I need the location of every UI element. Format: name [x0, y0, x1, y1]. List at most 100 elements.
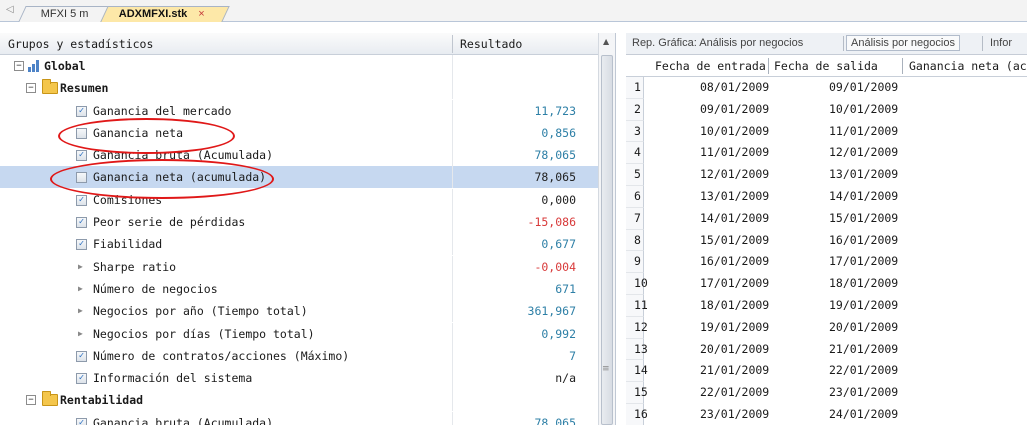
column-divider[interactable] [452, 35, 453, 53]
checkbox-checked[interactable]: ✓ [76, 150, 87, 162]
tree-row-label: Información del sistema [93, 371, 253, 386]
tree-row-label-cell: Ganancia neta (acumulada) [0, 166, 452, 189]
tab-label: MFXI 5 m [40, 8, 89, 20]
tab-label: ADXMFXI.stk [118, 8, 188, 20]
checkbox-unchecked[interactable] [76, 127, 87, 139]
collapse-icon[interactable]: − [26, 83, 36, 94]
table-row[interactable]: 2 09/01/2009 10/01/2009 [626, 98, 1027, 121]
folder-icon [42, 79, 58, 95]
tree-row[interactable]: ▶ Negocios por días (Tiempo total) 0,992 [0, 322, 598, 345]
table-row[interactable]: 5 12/01/2009 13/01/2009 [626, 164, 1027, 186]
tree-row[interactable]: Ganancia neta (acumulada) 78,065 [0, 166, 598, 189]
column-header-groups[interactable]: Grupos y estadísticos [8, 37, 153, 51]
tree-row-value: 0,856 [452, 121, 598, 144]
checkbox-checked[interactable]: ✓ [76, 105, 87, 117]
tab-adxmfxi-stk[interactable]: ADXMFXI.stk × [100, 6, 230, 22]
column-header-exit-date[interactable]: Fecha de salida [774, 55, 878, 77]
tree-row-label: Comisiones [93, 192, 163, 207]
tab-mfxi-5m[interactable]: MFXI 5 m [18, 6, 108, 22]
tree-rows: − Global − Resumen ✓ Ganancia del mercado 11,7… [0, 55, 598, 425]
checkbox-checked[interactable]: ✓ [76, 239, 87, 251]
tree-row-label-cell: ▶ Número de negocios [0, 278, 452, 300]
table-row[interactable]: 11 18/01/2009 19/01/2009 [626, 294, 1027, 317]
table-row[interactable]: 7 14/01/2009 15/01/2009 [626, 207, 1027, 230]
table-row[interactable]: 9 16/01/2009 17/01/2009 [626, 251, 1027, 274]
tab-trade-analysis[interactable]: Análisis por negocios [846, 35, 960, 51]
tree-row[interactable]: Ganancia neta 0,856 [0, 121, 598, 144]
tree-row[interactable]: − Resumen [0, 77, 598, 100]
sub-item-arrow-icon: ▶ [78, 283, 83, 293]
tab-information[interactable]: Infor [990, 37, 1012, 49]
scroll-up-icon[interactable]: ▲ [603, 37, 609, 46]
tree-row[interactable]: ▶ Sharpe ratio -0,004 [0, 255, 598, 278]
row-number: 10 [626, 273, 648, 295]
column-divider[interactable] [902, 58, 903, 74]
table-row[interactable]: 10 17/01/2009 18/01/2009 [626, 273, 1027, 295]
exit-date-cell: 13/01/2009 [829, 167, 899, 182]
collapse-icon[interactable]: − [26, 395, 36, 406]
tab-separator [982, 36, 983, 51]
table-row[interactable]: 3 10/01/2009 11/01/2009 [626, 120, 1027, 143]
tree-row-label: Número de negocios [93, 281, 218, 296]
tree-row[interactable]: ✓ Ganancia bruta (Acumulada) 78,065 [0, 144, 598, 167]
entry-date-cell: 18/01/2009 [700, 297, 770, 312]
tab-scroll-left-icon[interactable]: ◁ [6, 4, 14, 15]
tab-graphic-analysis[interactable]: Rep. Gráfica: Análisis por negocios [632, 37, 803, 49]
table-row[interactable]: 1 08/01/2009 09/01/2009 [626, 77, 1027, 99]
entry-date-cell: 22/01/2009 [700, 385, 770, 400]
tree-row-value: 361,967 [452, 300, 598, 323]
row-number: 13 [626, 338, 648, 361]
checkbox-checked[interactable]: ✓ [76, 217, 87, 229]
collapse-icon[interactable]: − [14, 61, 24, 71]
checkbox-unchecked[interactable] [76, 172, 87, 184]
sub-item-arrow-icon: ▶ [78, 328, 83, 338]
tree-row-label-cell: ✓ Comisiones [0, 189, 452, 211]
entry-date-cell: 13/01/2009 [700, 188, 770, 203]
entry-date-cell: 11/01/2009 [700, 145, 770, 160]
checkbox-checked[interactable]: ✓ [76, 417, 87, 425]
row-number: 9 [626, 251, 644, 274]
close-tab-icon[interactable]: × [198, 8, 204, 20]
tree-row[interactable]: − Rentabilidad [0, 389, 598, 412]
table-row[interactable]: 6 13/01/2009 14/01/2009 [626, 185, 1027, 208]
entry-date-cell: 12/01/2009 [700, 167, 770, 182]
tree-row-label-cell: ✓ Peor serie de pérdidas [0, 211, 452, 233]
column-header-entry-date[interactable]: Fecha de entrada [655, 55, 766, 77]
exit-date-cell: 12/01/2009 [829, 145, 899, 160]
table-row[interactable]: 14 21/01/2009 22/01/2009 [626, 360, 1027, 383]
tree-row[interactable]: ▶ Negocios por año (Tiempo total) 361,967 [0, 300, 598, 323]
tree-row[interactable]: ✓ Número de contratos/acciones (Máximo) 7 [0, 344, 598, 367]
tree-row[interactable]: ✓ Fiabilidad 0,677 [0, 233, 598, 256]
checkbox-checked[interactable]: ✓ [76, 194, 87, 206]
row-number: 14 [626, 360, 648, 383]
table-row[interactable]: 15 22/01/2009 23/01/2009 [626, 382, 1027, 404]
entry-date-cell: 14/01/2009 [700, 210, 770, 225]
exit-date-cell: 22/01/2009 [829, 363, 899, 378]
checkbox-checked[interactable]: ✓ [76, 373, 87, 385]
row-number: 12 [626, 316, 648, 339]
table-row[interactable]: 8 15/01/2009 16/01/2009 [626, 229, 1027, 252]
tree-row[interactable]: ✓ Comisiones 0,000 [0, 188, 598, 211]
table-row[interactable]: 12 19/01/2009 20/01/2009 [626, 316, 1027, 339]
tree-row[interactable]: ✓ Información del sistema n/a [0, 367, 598, 390]
tree-row[interactable]: ✓ Peor serie de pérdidas -15,086 [0, 211, 598, 234]
column-header-result[interactable]: Resultado [460, 37, 522, 51]
column-divider[interactable] [768, 58, 769, 74]
vertical-scrollbar[interactable]: ▲ ≡ [598, 33, 615, 425]
tree-row-label-cell: ✓ Información del sistema [0, 367, 452, 389]
column-header-net-profit[interactable]: Ganancia neta (ac [909, 55, 1027, 77]
row-number: 1 [626, 77, 644, 99]
tree-row[interactable]: ▶ Número de negocios 671 [0, 277, 598, 300]
tree-row-value: 78,065 [452, 411, 598, 425]
row-number: 16 [626, 403, 648, 425]
tree-row[interactable]: ✓ Ganancia del mercado 11,723 [0, 99, 598, 122]
exit-date-cell: 23/01/2009 [829, 385, 899, 400]
tree-row[interactable]: − Global [0, 55, 598, 77]
table-row[interactable]: 13 20/01/2009 21/01/2009 [626, 338, 1027, 361]
scrollbar-grip-icon: ≡ [602, 364, 610, 374]
tree-row[interactable]: ✓ Ganancia bruta (Acumulada) 78,065 [0, 411, 598, 425]
table-row[interactable]: 4 11/01/2009 12/01/2009 [626, 142, 1027, 165]
tree-row-label: Ganancia bruta (Acumulada) [93, 415, 274, 425]
checkbox-checked[interactable]: ✓ [76, 350, 87, 362]
table-row[interactable]: 16 23/01/2009 24/01/2009 [626, 403, 1027, 425]
